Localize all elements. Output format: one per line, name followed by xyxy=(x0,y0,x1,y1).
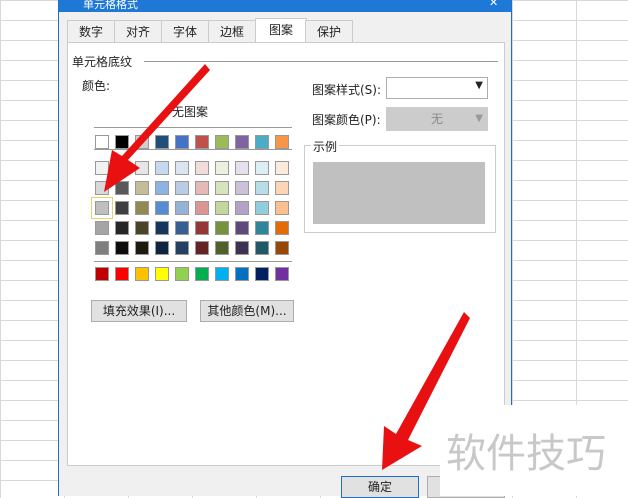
arrow-to-ok xyxy=(382,312,470,470)
annotation-arrows xyxy=(104,64,470,470)
arrow-to-swatch xyxy=(104,64,210,192)
